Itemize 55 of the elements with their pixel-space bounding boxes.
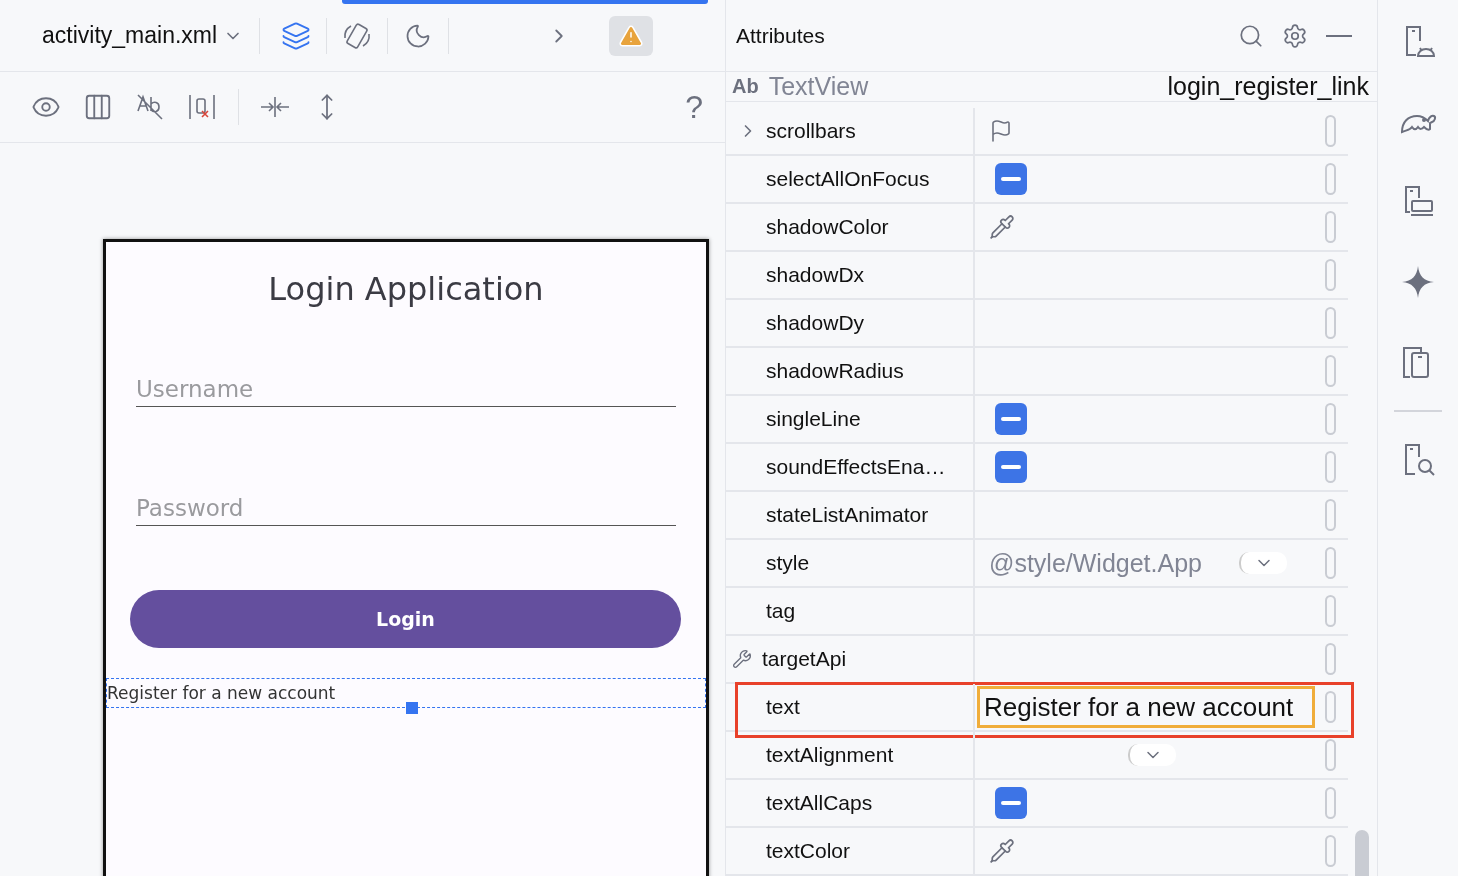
input-field[interactable]: Username bbox=[136, 376, 676, 407]
tristate-checkbox[interactable] bbox=[995, 163, 1027, 195]
help-button[interactable]: ? bbox=[685, 88, 703, 126]
component-id: login_register_link bbox=[1167, 72, 1369, 101]
tristate-checkbox[interactable] bbox=[995, 403, 1027, 435]
input-field[interactable]: Password bbox=[136, 495, 676, 526]
pill-icon bbox=[1325, 355, 1336, 387]
attribute-name: tag bbox=[766, 599, 796, 623]
pill-icon bbox=[1325, 835, 1336, 867]
type-label: Ab bbox=[732, 75, 759, 98]
attribute-name: singleLine bbox=[766, 407, 861, 431]
attribute-name: selectAllOnFocus bbox=[766, 167, 930, 191]
pill-icon bbox=[1325, 115, 1336, 147]
panel-title: Attributes bbox=[736, 23, 825, 48]
scrollbar[interactable] bbox=[1355, 830, 1369, 876]
attribute-name: shadowDy bbox=[766, 311, 865, 335]
component-type: TextView bbox=[768, 72, 869, 101]
attribute-name: stateListAnimator bbox=[766, 503, 929, 527]
value-field[interactable]: Register for a new account bbox=[977, 686, 1315, 728]
pill-icon bbox=[1325, 451, 1336, 483]
attribute-name: shadowRadius bbox=[766, 359, 904, 383]
pill-icon bbox=[1325, 643, 1336, 675]
attribute-name: style bbox=[766, 551, 810, 575]
pill-icon bbox=[1325, 211, 1336, 243]
pill-icon bbox=[1325, 259, 1336, 291]
attribute-name: textColor bbox=[766, 839, 851, 863]
attribute-name: soundEffectsEna… bbox=[766, 455, 946, 479]
pill-icon bbox=[1325, 499, 1336, 531]
color-picker-icon[interactable] bbox=[989, 838, 1015, 864]
pill-icon bbox=[1325, 787, 1336, 819]
dropdown-button[interactable] bbox=[1128, 744, 1176, 766]
attribute-name: textAlignment bbox=[766, 743, 894, 767]
pill-icon bbox=[1325, 547, 1336, 579]
attribute-name: text bbox=[766, 695, 800, 719]
tristate-checkbox[interactable] bbox=[995, 451, 1027, 483]
attribute-name: shadowColor bbox=[766, 215, 889, 239]
flag-icon[interactable] bbox=[989, 119, 1013, 143]
login-button[interactable]: Login bbox=[130, 590, 681, 648]
tristate-checkbox[interactable] bbox=[995, 787, 1027, 819]
value-text: @style/Widget.App bbox=[989, 548, 1202, 578]
register-link[interactable]: Register for a new account bbox=[107, 683, 336, 703]
pill-icon bbox=[1325, 691, 1336, 723]
pill-icon bbox=[1325, 163, 1336, 195]
resize-handle[interactable] bbox=[406, 702, 418, 714]
pill-icon bbox=[1325, 595, 1336, 627]
pill-icon bbox=[1325, 739, 1336, 771]
color-picker-icon[interactable] bbox=[989, 214, 1015, 240]
attribute-name: textAllCaps bbox=[766, 791, 873, 815]
pill-icon bbox=[1325, 403, 1336, 435]
attribute-name: shadowDx bbox=[766, 263, 865, 287]
file-selector[interactable]: activity_main.xml bbox=[42, 22, 244, 49]
pill-icon bbox=[1325, 307, 1336, 339]
app-title: Login Application bbox=[267, 270, 545, 308]
attribute-name: scrollbars bbox=[766, 119, 856, 143]
attribute-name: targetApi bbox=[762, 647, 847, 671]
